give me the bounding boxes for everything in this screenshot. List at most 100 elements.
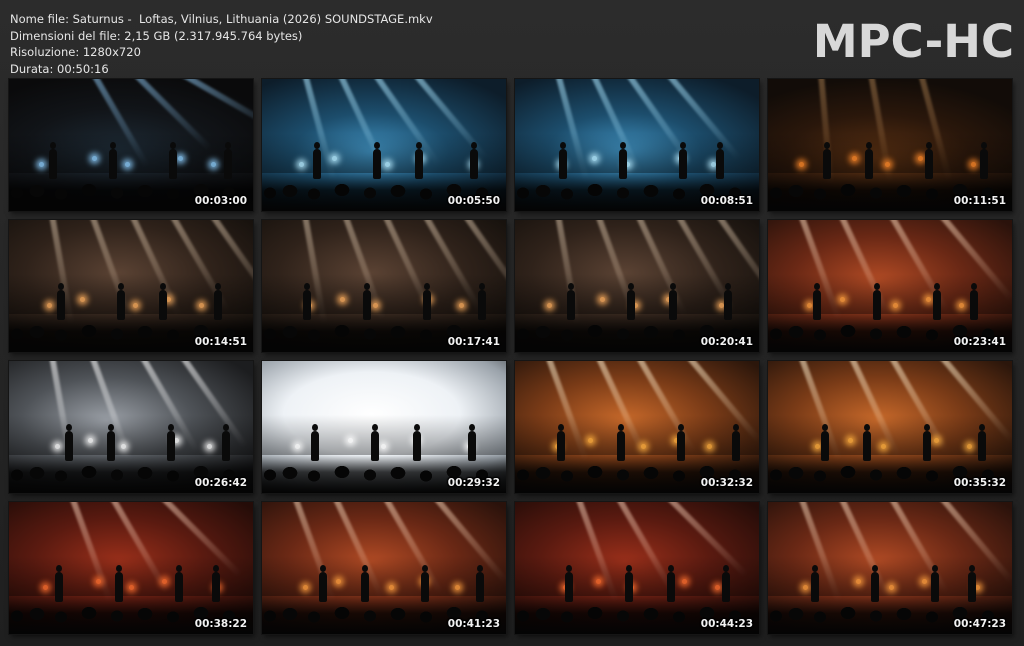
stage-lamp (852, 156, 857, 161)
stage-lamp (815, 444, 820, 449)
thumbnail: 00:05:50 (262, 79, 506, 211)
timestamp-label: 00:44:23 (700, 618, 753, 630)
timestamp-label: 00:20:41 (700, 336, 753, 348)
performer-silhouette (319, 565, 327, 602)
stage-lamp (385, 162, 390, 167)
stage-lamp (373, 303, 378, 308)
thumbnail: 00:20:41 (515, 220, 759, 352)
performer-silhouette (617, 424, 625, 461)
stage-lamp (592, 156, 597, 161)
performer-silhouette (625, 565, 633, 602)
performer-silhouette (732, 424, 740, 461)
performer-silhouette (970, 283, 978, 320)
resolution-line: Risoluzione: 1280x720 (10, 45, 141, 59)
timestamp-label: 00:14:51 (194, 336, 247, 348)
stage-lamp (803, 585, 808, 590)
thumbnail: 00:35:32 (768, 361, 1012, 493)
thumbnail: 00:17:41 (262, 220, 506, 352)
performer-silhouette (823, 142, 831, 179)
timestamp-label: 00:05:50 (447, 195, 500, 207)
stage-lamp (381, 444, 386, 449)
mpc-hc-logo: MPC-HC (812, 15, 1014, 68)
performer-silhouette (159, 283, 167, 320)
file-info: Nome file: Saturnus - Loftas, Vilnius, L… (10, 11, 433, 77)
thumbnail-grid: 00:03:00 00:05:50 00:08:51 00:11:51 00:1… (9, 79, 1012, 634)
stage-lamp (211, 162, 216, 167)
stage-lamp (39, 162, 44, 167)
performer-silhouette (117, 283, 125, 320)
performer-silhouette (667, 565, 675, 602)
stage-lamp (348, 438, 353, 443)
performer-silhouette (923, 424, 931, 461)
stage-lamp (88, 438, 93, 443)
stage-lamp (55, 444, 60, 449)
performer-silhouette (167, 424, 175, 461)
stage-lamp (799, 162, 804, 167)
thumbnail: 00:41:23 (262, 502, 506, 634)
performer-silhouette (565, 565, 573, 602)
performer-silhouette (421, 565, 429, 602)
performer-silhouette (679, 142, 687, 179)
performer-silhouette (363, 283, 371, 320)
thumbnail: 00:03:00 (9, 79, 253, 211)
performer-silhouette (557, 424, 565, 461)
stage-lamp (336, 579, 341, 584)
stage-lamp (707, 444, 712, 449)
stage-lamp (588, 438, 593, 443)
performer-silhouette (65, 424, 73, 461)
thumbnail: 00:47:23 (768, 502, 1012, 634)
performer-silhouette (627, 283, 635, 320)
thumbnail: 00:32:32 (515, 361, 759, 493)
stage-lamp (299, 162, 304, 167)
stage-lamp (129, 585, 134, 590)
stage-lamp (922, 579, 927, 584)
performer-silhouette (175, 565, 183, 602)
performer-silhouette (109, 142, 117, 179)
thumbnail: 00:08:51 (515, 79, 759, 211)
stage-lamp (682, 579, 687, 584)
stage-lamp (459, 303, 464, 308)
performer-silhouette (978, 424, 986, 461)
thumbnail: 00:38:22 (9, 502, 253, 634)
stage-lamp (807, 303, 812, 308)
performer-silhouette (871, 565, 879, 602)
performer-silhouette (371, 424, 379, 461)
stage-lamp (840, 297, 845, 302)
performer-silhouette (724, 283, 732, 320)
stage-lamp (715, 585, 720, 590)
performer-silhouette (722, 565, 730, 602)
performer-silhouette (968, 565, 976, 602)
performer-silhouette (470, 142, 478, 179)
timestamp-label: 00:26:42 (194, 477, 247, 489)
performer-silhouette (873, 283, 881, 320)
performer-silhouette (811, 565, 819, 602)
timestamp-label: 00:35:32 (953, 477, 1006, 489)
stage-lamp (918, 156, 923, 161)
stage-lamp (641, 444, 646, 449)
thumbnail: 00:14:51 (9, 220, 253, 352)
stage-lamp (340, 297, 345, 302)
performer-silhouette (669, 283, 677, 320)
performer-silhouette (716, 142, 724, 179)
stage-lamp (43, 585, 48, 590)
performer-silhouette (49, 142, 57, 179)
stage-lamp (332, 156, 337, 161)
thumbnail: 00:23:41 (768, 220, 1012, 352)
stage-lamp (596, 579, 601, 584)
performer-silhouette (311, 424, 319, 461)
stage-lamp (47, 303, 52, 308)
performer-silhouette (813, 283, 821, 320)
stage-lamp (96, 579, 101, 584)
stage-lamp (207, 444, 212, 449)
performer-silhouette (468, 424, 476, 461)
performer-silhouette (863, 424, 871, 461)
stage-lamp (881, 444, 886, 449)
performer-silhouette (303, 283, 311, 320)
stage-lamp (389, 585, 394, 590)
timestamp-label: 00:03:00 (194, 195, 247, 207)
stage-lamp (455, 585, 460, 590)
stage-lamp (934, 438, 939, 443)
performer-silhouette (567, 283, 575, 320)
performer-silhouette (933, 283, 941, 320)
performer-silhouette (423, 283, 431, 320)
